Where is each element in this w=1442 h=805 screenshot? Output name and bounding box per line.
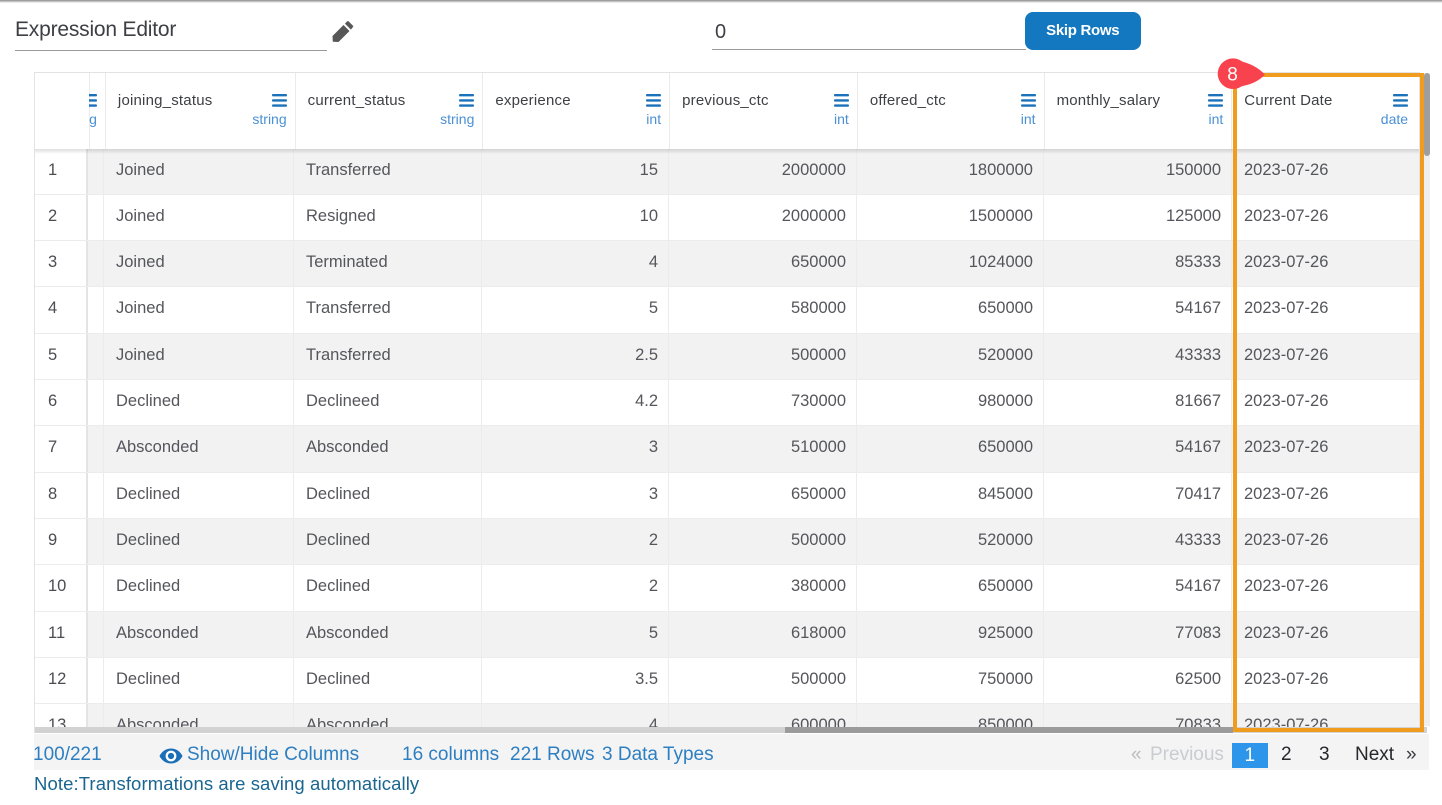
svg-text:8: 8: [1227, 65, 1238, 86]
